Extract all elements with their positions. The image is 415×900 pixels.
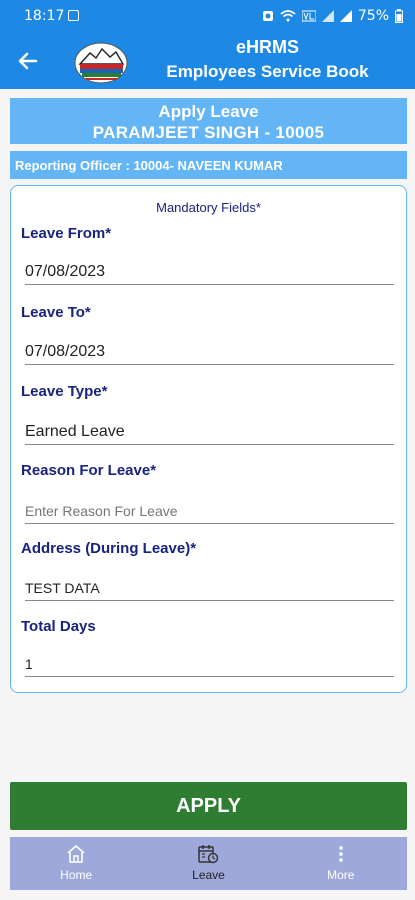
app-title-block: eHRMS Employees Service Book	[0, 37, 415, 82]
leave-from-label: Leave From*	[21, 225, 112, 242]
status-icons: 75%	[262, 8, 403, 24]
app-bar: eHRMS Employees Service Book	[0, 33, 415, 89]
reason-input[interactable]	[25, 498, 394, 524]
nav-item-home[interactable]: Home	[10, 837, 142, 890]
total-days-input[interactable]	[25, 651, 394, 677]
image-notification-icon	[68, 10, 79, 21]
total-days-label: Total Days	[21, 618, 96, 635]
leave-form-card: Mandatory Fields* Leave From* Leave To* …	[10, 185, 407, 693]
leave-to-label: Leave To*	[21, 304, 91, 321]
alarm-icon	[262, 11, 273, 21]
reporting-officer-text: Reporting Officer : 10004- NAVEEN KUMAR	[15, 158, 283, 173]
wifi-icon	[280, 10, 296, 22]
employee-name-id: PARAMJEET SINGH - 10005	[92, 123, 325, 142]
status-bar: 18:17 75%	[0, 0, 415, 33]
leave-to-input[interactable]	[25, 339, 394, 365]
address-label: Address (During Leave)*	[21, 540, 197, 557]
battery-percent: 75%	[357, 8, 389, 24]
more-vertical-icon	[339, 846, 343, 862]
leave-type-select[interactable]	[25, 419, 394, 445]
app-title: eHRMS	[235, 37, 299, 57]
leave-from-input[interactable]	[25, 259, 394, 285]
app-subtitle: Employees Service Book	[166, 62, 369, 81]
bottom-navigation: Home Leave More	[10, 837, 407, 890]
nav-item-more[interactable]: More	[275, 837, 407, 890]
home-icon	[67, 845, 85, 863]
apply-leave-header: Apply Leave PARAMJEET SINGH - 10005	[10, 98, 407, 144]
leave-calendar-icon	[198, 845, 219, 864]
nav-label-home: Home	[60, 868, 93, 882]
apply-button[interactable]: APPLY	[10, 782, 407, 830]
mandatory-note: Mandatory Fields*	[156, 200, 261, 215]
nav-label-more: More	[327, 868, 355, 882]
nav-label-leave: Leave	[192, 868, 225, 882]
leave-type-label: Leave Type*	[21, 383, 108, 400]
status-time: 18:17	[24, 8, 65, 24]
header-title: Apply Leave	[158, 102, 259, 121]
signal-icon-2	[339, 10, 352, 22]
battery-icon	[395, 9, 403, 23]
signal-icon-1	[321, 10, 334, 22]
reason-label: Reason For Leave*	[21, 462, 157, 479]
reporting-officer-bar: Reporting Officer : 10004- NAVEEN KUMAR	[10, 151, 407, 179]
volte-icon	[301, 10, 316, 22]
nav-item-leave[interactable]: Leave	[142, 837, 274, 890]
address-input[interactable]	[25, 575, 394, 601]
